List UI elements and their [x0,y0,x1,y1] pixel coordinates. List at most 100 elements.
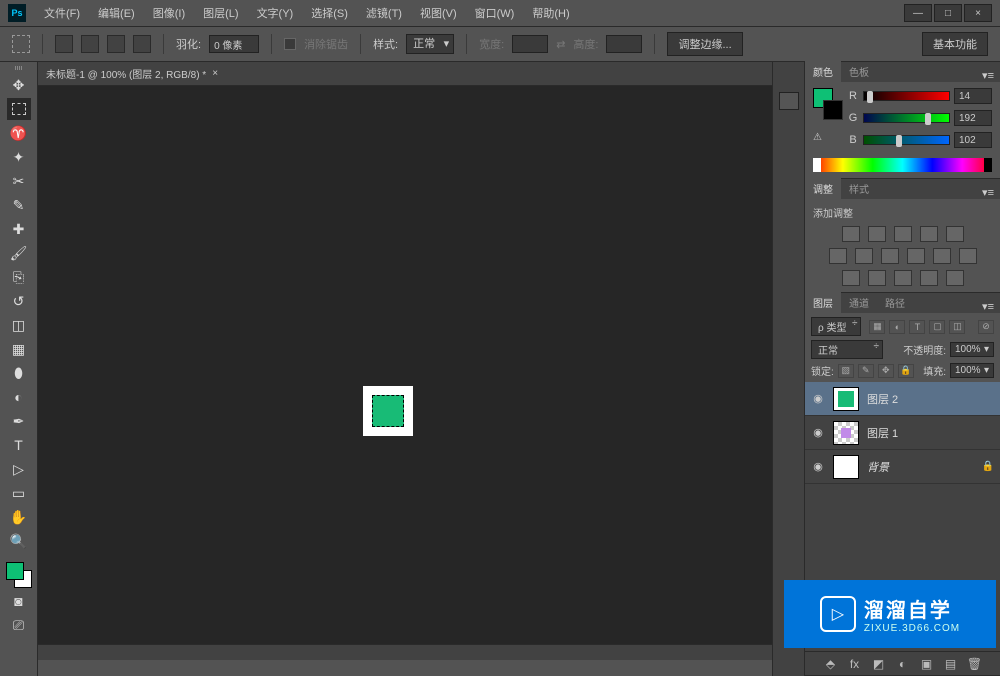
menu-layer[interactable]: 图层(L) [195,1,246,25]
move-tool[interactable]: ✥ [7,74,31,96]
visibility-icon[interactable]: ◉ [811,427,825,439]
panel-menu-icon[interactable]: ▾≡ [976,69,1000,82]
dodge-tool[interactable]: ◐ [7,386,31,408]
layer-name[interactable]: 背景 [867,459,889,475]
horizontal-scrollbar[interactable] [38,644,772,660]
lock-all-icon[interactable]: 🔒 [898,364,914,378]
eyedropper-tool[interactable]: ✎ [7,194,31,216]
filter-type-icon[interactable]: T [909,320,925,334]
type-tool[interactable]: T [7,434,31,456]
tab-swatches[interactable]: 色板 [841,61,877,82]
color-swatches[interactable] [6,562,32,588]
layer-row[interactable]: ◉ 背景 🔒 [805,450,1000,484]
new-adjustment-icon[interactable]: ◐ [896,657,910,671]
path-select-tool[interactable]: ▷ [7,458,31,480]
tool-preset-icon[interactable] [12,35,30,53]
pen-tool[interactable]: ✒ [7,410,31,432]
zoom-tool[interactable]: 🔍 [7,530,31,552]
adjust-colorbalance-icon[interactable] [855,248,873,264]
adjust-posterize-icon[interactable] [868,270,886,286]
new-layer-icon[interactable]: ▤ [944,657,958,671]
visibility-icon[interactable]: ◉ [811,461,825,473]
adjust-colorlookup-icon[interactable] [959,248,977,264]
gradient-tool[interactable]: ▦ [7,338,31,360]
document-tab[interactable]: 未标题-1 @ 100% (图层 2, RGB/8) * × [38,63,226,85]
refine-edge-button[interactable]: 调整边缘... [667,32,742,56]
opacity-input[interactable]: 100%▾ [950,342,994,357]
quickmask-tool[interactable]: ◙ [7,590,31,612]
layer-row[interactable]: ◉ 图层 1 [805,416,1000,450]
menu-select[interactable]: 选择(S) [303,1,356,25]
shape-tool[interactable]: ▭ [7,482,31,504]
menu-help[interactable]: 帮助(H) [524,1,577,25]
fill-input[interactable]: 100%▾ [950,363,994,378]
feather-input[interactable] [209,35,259,53]
panel-menu-icon[interactable]: ▾≡ [976,300,1000,313]
layer-thumbnail[interactable] [833,421,859,445]
crop-tool[interactable]: ✂ [7,170,31,192]
close-button[interactable]: × [964,4,992,22]
menu-filter[interactable]: 滤镜(T) [358,1,410,25]
tab-styles[interactable]: 样式 [841,178,877,199]
adjust-channelmixer-icon[interactable] [933,248,951,264]
workspace-button[interactable]: 基本功能 [922,32,988,56]
adjust-bw-icon[interactable] [881,248,899,264]
b-slider[interactable] [863,135,950,145]
gamut-warning-icon[interactable]: ⚠ [813,132,827,146]
lock-pixels-icon[interactable]: ✎ [858,364,874,378]
lock-transparent-icon[interactable]: ▧ [838,364,854,378]
adjust-selective-icon[interactable] [946,270,964,286]
r-slider[interactable] [863,91,950,101]
filter-shape-icon[interactable]: ▢ [929,320,945,334]
new-group-icon[interactable]: ▣ [920,657,934,671]
toolbox-grip[interactable] [9,66,29,70]
menu-type[interactable]: 文字(Y) [249,1,302,25]
adjust-threshold-icon[interactable] [894,270,912,286]
canvas[interactable] [363,386,413,436]
magic-wand-tool[interactable]: ✦ [7,146,31,168]
menu-window[interactable]: 窗口(W) [467,1,523,25]
hand-tool[interactable]: ✋ [7,506,31,528]
visibility-icon[interactable]: ◉ [811,393,825,405]
adjust-exposure-icon[interactable] [920,226,938,242]
adjust-gradientmap-icon[interactable] [920,270,938,286]
b-input[interactable] [954,132,992,148]
layer-filter-select[interactable]: ρ 类型 [811,317,861,336]
delete-layer-icon[interactable]: 🗑 [968,657,982,671]
menu-view[interactable]: 视图(V) [412,1,465,25]
selection-intersect-icon[interactable] [133,35,151,53]
tab-channels[interactable]: 通道 [841,292,877,313]
screenmode-tool[interactable]: ⎚ [7,614,31,636]
menu-file[interactable]: 文件(F) [36,1,88,25]
eraser-tool[interactable]: ◫ [7,314,31,336]
color-spectrum[interactable] [813,158,992,172]
layer-name[interactable]: 图层 1 [867,425,898,441]
color-swatch-block[interactable]: ⚠ [813,88,841,148]
healing-brush-tool[interactable]: ✚ [7,218,31,240]
history-brush-tool[interactable]: ↺ [7,290,31,312]
dock-history-icon[interactable] [779,92,799,110]
panel-bg-color[interactable] [823,100,843,120]
adjust-levels-icon[interactable] [868,226,886,242]
g-slider[interactable] [863,113,950,123]
layer-name[interactable]: 图层 2 [867,391,898,407]
blur-tool[interactable]: ⬮ [7,362,31,384]
menu-edit[interactable]: 编辑(E) [90,1,143,25]
brush-tool[interactable]: 🖌 [7,242,31,264]
maximize-button[interactable]: □ [934,4,962,22]
g-input[interactable] [954,110,992,126]
layer-mask-icon[interactable]: ◩ [872,657,886,671]
panel-menu-icon[interactable]: ▾≡ [976,186,1000,199]
filter-pixel-icon[interactable]: ▦ [869,320,885,334]
selection-new-icon[interactable] [55,35,73,53]
layer-thumbnail[interactable] [833,455,859,479]
canvas-area[interactable] [38,86,772,676]
lasso-tool[interactable]: ♈ [7,122,31,144]
r-input[interactable] [954,88,992,104]
adjust-hue-icon[interactable] [829,248,847,264]
selection-add-icon[interactable] [81,35,99,53]
tab-adjustments[interactable]: 调整 [805,178,841,199]
minimize-button[interactable]: — [904,4,932,22]
layer-thumbnail[interactable] [833,387,859,411]
filter-toggle[interactable]: ⊘ [978,320,994,334]
